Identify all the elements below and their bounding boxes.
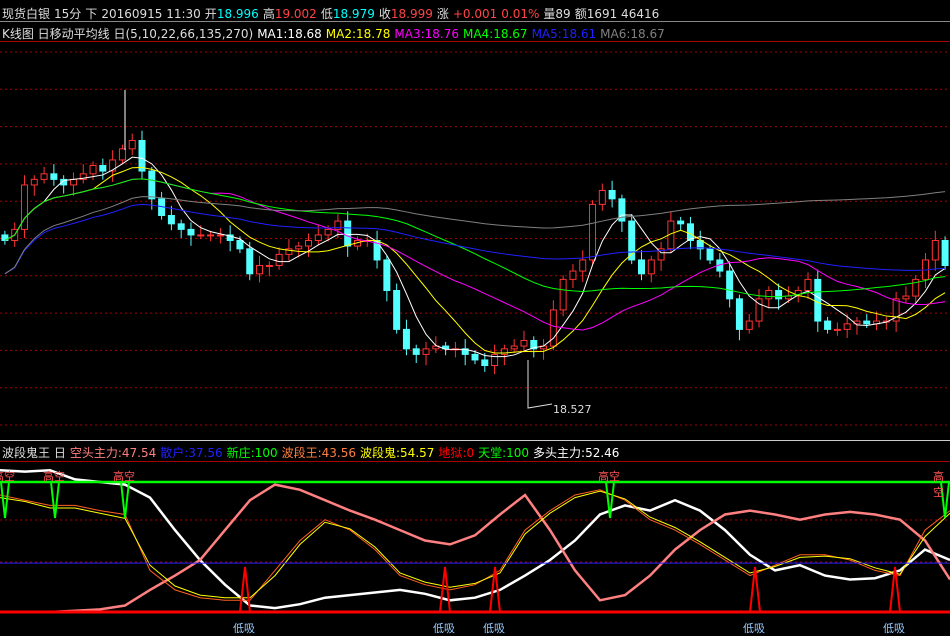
price-chart	[0, 51, 950, 614]
low-buy-signal: 低吸	[743, 622, 765, 635]
candle-body	[30, 178, 38, 186]
high-signal-spike	[0, 481, 10, 519]
candle-body	[383, 259, 391, 292]
candle-body	[265, 265, 273, 267]
low-buy-signal: 低吸	[883, 622, 905, 635]
low-buy-signal: 低吸	[233, 622, 255, 635]
candle-body	[393, 290, 401, 330]
candle-body	[275, 253, 283, 266]
candle-body	[804, 278, 812, 291]
candle-body	[481, 359, 489, 367]
candle-body	[706, 248, 714, 261]
candle-body	[236, 240, 244, 250]
candle-body	[765, 290, 773, 300]
candle-body	[500, 348, 508, 355]
candle-body	[589, 203, 597, 261]
low-signal-spike	[239, 566, 251, 613]
high-sell-signal: 高空	[43, 470, 65, 483]
candle-body	[902, 295, 910, 300]
candle-body	[314, 234, 322, 241]
candle-body	[216, 234, 224, 237]
candle-body	[177, 223, 185, 230]
candle-body	[814, 278, 822, 322]
candle-body	[520, 340, 528, 347]
low-buy-signal: 低吸	[433, 622, 455, 635]
candle-body	[422, 348, 430, 355]
high-signal-spike	[50, 481, 60, 519]
ma-line-6	[4, 191, 946, 275]
candle-body	[344, 220, 352, 247]
candle-body	[118, 148, 126, 161]
candle-body	[775, 290, 783, 300]
candle-body	[471, 353, 479, 361]
candle-body	[647, 259, 655, 275]
low-buy-signal: 低吸	[483, 622, 505, 635]
low-signal-spike	[439, 566, 451, 613]
candle-body	[402, 328, 410, 350]
candle-body	[559, 278, 567, 311]
candle-body	[207, 234, 215, 237]
candle-body	[843, 323, 851, 330]
candle-body	[824, 320, 832, 330]
candle-body	[295, 245, 303, 250]
candle-body	[735, 298, 743, 330]
candle-body	[598, 190, 606, 205]
candle-body	[941, 240, 949, 266]
candle-body	[256, 265, 264, 275]
candle-body	[40, 173, 48, 180]
high-sell-signal: 高空	[0, 470, 15, 483]
candle-body	[89, 165, 97, 175]
candle-body	[138, 140, 146, 172]
candle-body	[412, 348, 420, 355]
candle-body	[197, 234, 205, 237]
candle-body	[128, 140, 136, 150]
candle-body	[187, 228, 195, 236]
candle-body	[99, 165, 107, 172]
candle-body	[148, 170, 156, 200]
indicator-line	[0, 469, 950, 610]
candle-body	[833, 328, 841, 331]
candle-body	[167, 215, 175, 225]
candle-body	[246, 248, 254, 275]
high-sell-signal: 高空	[113, 470, 135, 483]
low-point-marker	[527, 360, 553, 409]
candle-body	[745, 320, 753, 330]
candle-body	[69, 178, 77, 186]
high-sell-signal: 高空	[598, 470, 620, 483]
candle-body	[305, 240, 313, 247]
low-point-label: 18.527	[553, 403, 592, 416]
indicator-line	[0, 490, 950, 599]
candle-body	[50, 173, 58, 180]
high-sell-signal: 高空	[933, 470, 944, 499]
indicator-line	[0, 483, 950, 614]
candle-body	[608, 190, 616, 200]
candle-body	[549, 309, 557, 347]
candle-body	[931, 240, 939, 261]
candle-body	[579, 259, 587, 272]
candle-body	[637, 259, 645, 275]
candle-body	[324, 228, 332, 236]
ma-line-1	[4, 156, 946, 358]
candle-body	[510, 345, 518, 350]
candle-body	[726, 270, 734, 300]
candle-body	[677, 220, 685, 225]
candle-body	[569, 270, 577, 280]
candle-body	[863, 320, 871, 325]
low-signal-spike	[749, 566, 761, 613]
high-signal-spike	[120, 481, 130, 519]
